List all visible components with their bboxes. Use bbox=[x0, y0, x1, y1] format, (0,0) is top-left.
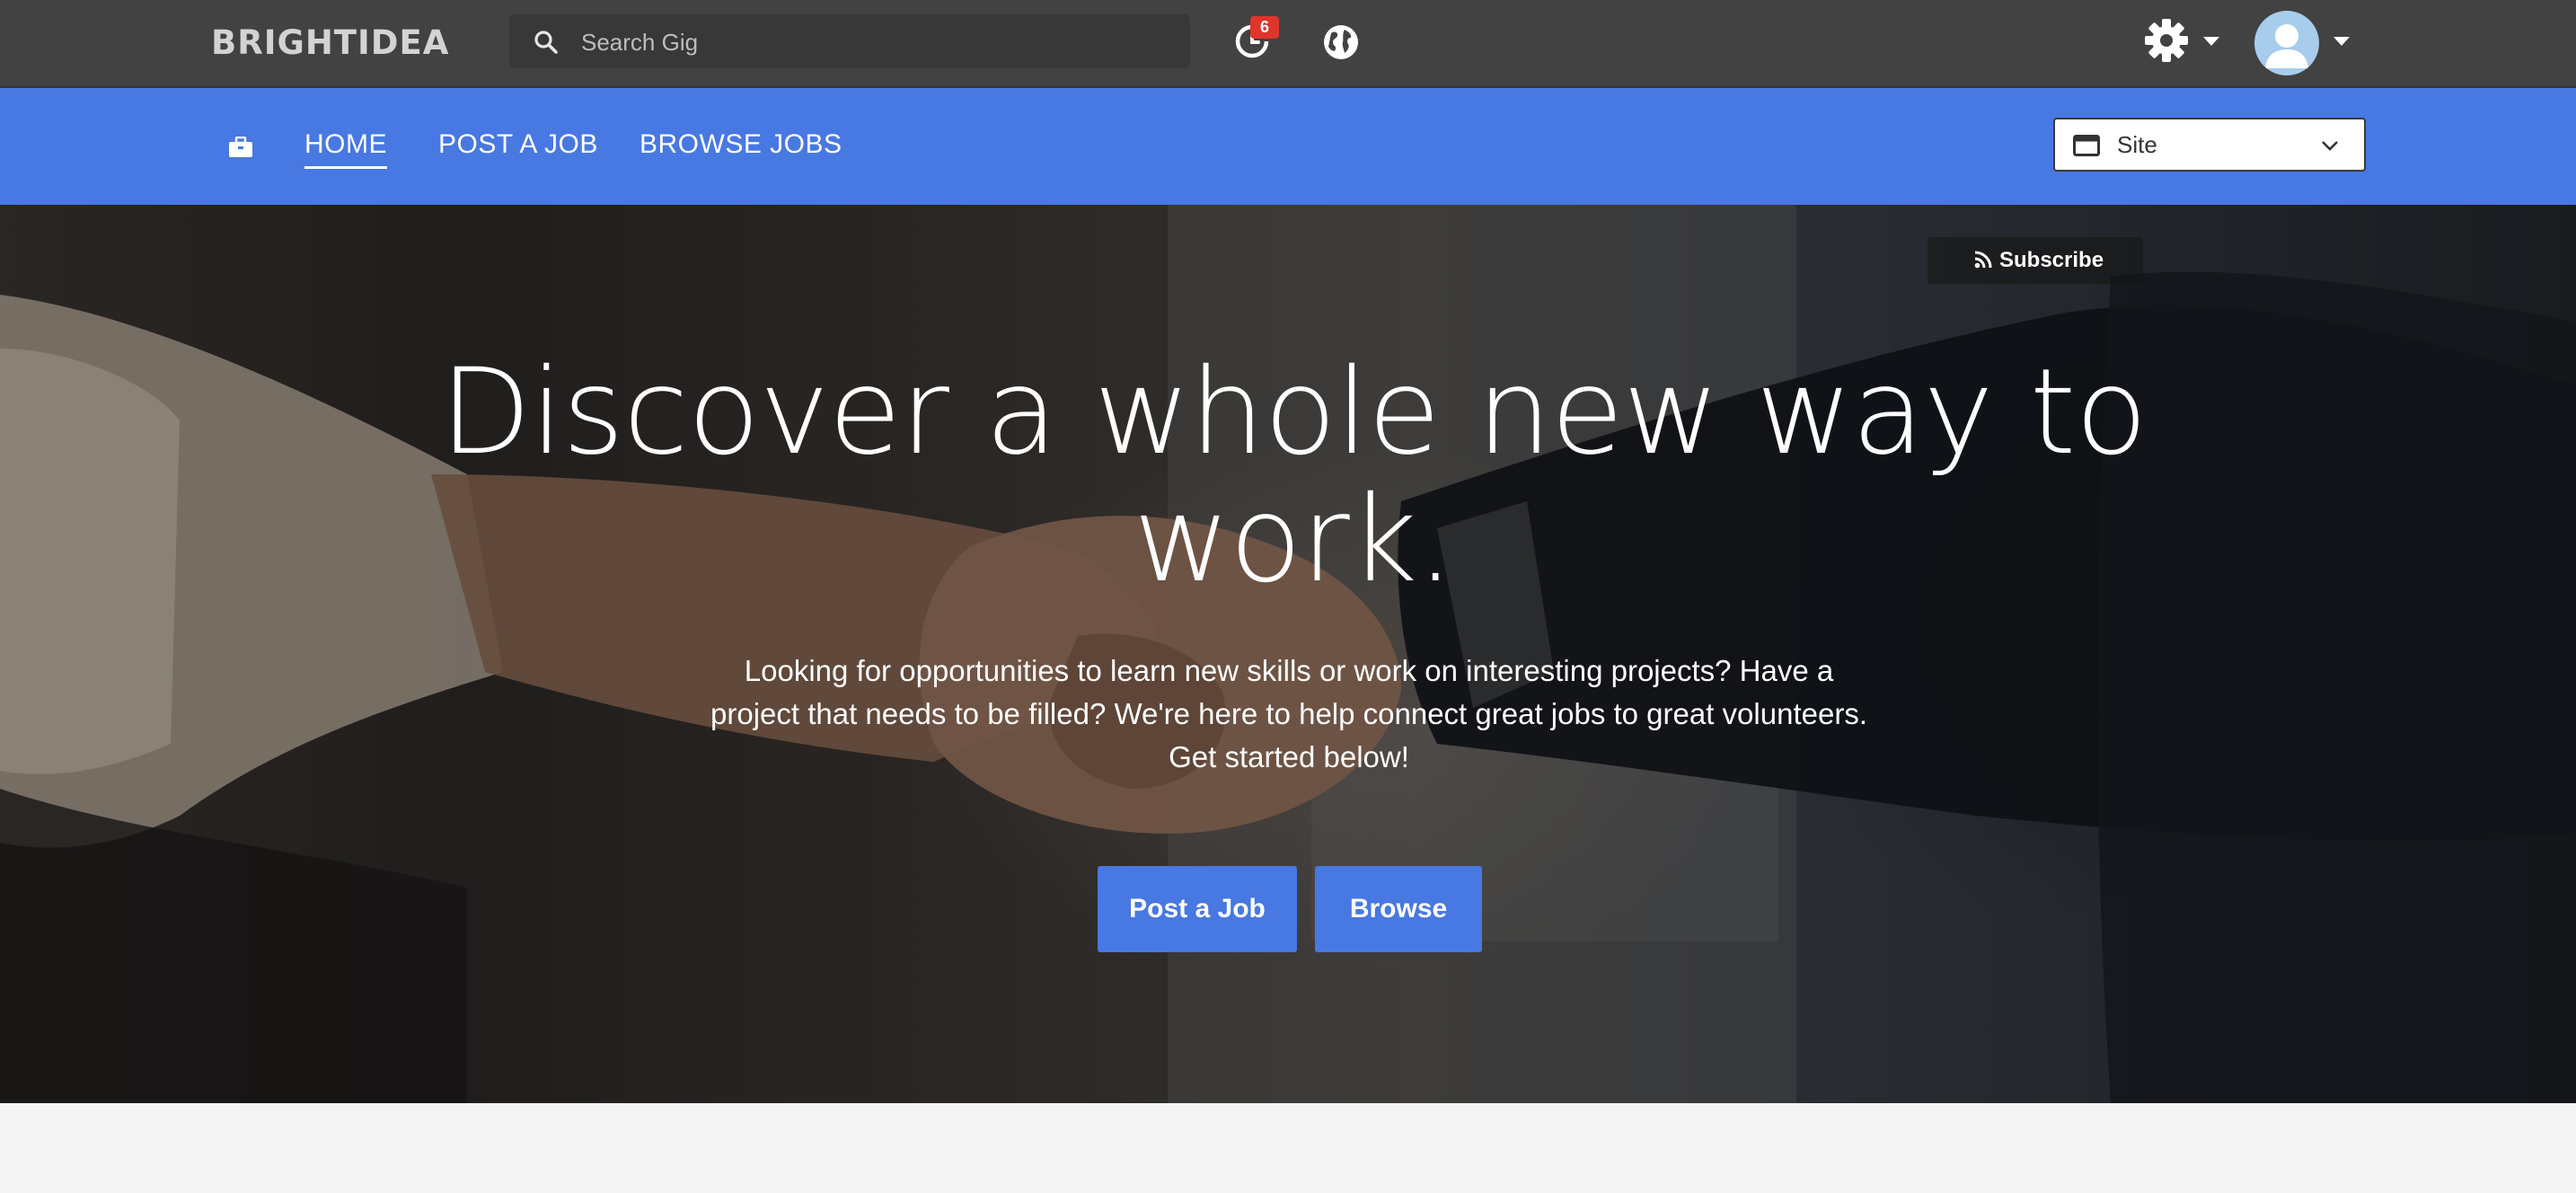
content-area bbox=[0, 1103, 2576, 1193]
nav-post-a-job[interactable]: POST A JOB bbox=[438, 129, 598, 160]
gear-icon[interactable] bbox=[2143, 17, 2190, 64]
rss-icon bbox=[1974, 251, 1992, 269]
hero-description: Looking for opportunities to learn new s… bbox=[710, 654, 1867, 773]
nav-browse-jobs[interactable]: BROWSE JOBS bbox=[640, 129, 842, 160]
user-silhouette-icon bbox=[2265, 24, 2308, 68]
brightidea-logo[interactable]: BRIGHTIDEA bbox=[211, 23, 449, 63]
subscribe-button[interactable]: Subscribe bbox=[1928, 237, 2143, 284]
user-avatar[interactable] bbox=[2254, 11, 2319, 75]
subscribe-label: Subscribe bbox=[1999, 248, 2104, 272]
hero-banner: Subscribe Discover a whole new way to wo… bbox=[0, 205, 2576, 1103]
briefcase-icon[interactable] bbox=[228, 137, 253, 158]
nav-home[interactable]: HOME bbox=[304, 129, 387, 169]
notification-badge: 6 bbox=[1250, 16, 1279, 39]
settings-caret-down-icon[interactable] bbox=[2202, 36, 2220, 47]
site-selector-value: Site bbox=[2117, 131, 2157, 158]
search-box[interactable] bbox=[509, 14, 1190, 70]
search-icon bbox=[534, 31, 558, 54]
top-bar: BRIGHTIDEA 6 bbox=[0, 0, 2576, 88]
site-selector[interactable]: Site bbox=[2053, 118, 2366, 172]
globe-icon[interactable] bbox=[1320, 22, 1362, 63]
chevron-down-icon bbox=[2322, 141, 2338, 151]
window-icon bbox=[2073, 135, 2100, 156]
post-a-job-button[interactable]: Post a Job bbox=[1098, 866, 1297, 952]
user-caret-down-icon[interactable] bbox=[2333, 36, 2351, 47]
search-input[interactable] bbox=[579, 14, 1176, 70]
browse-button[interactable]: Browse bbox=[1315, 866, 1482, 952]
hero-headline: Discover a whole new way to work. bbox=[439, 343, 2148, 609]
